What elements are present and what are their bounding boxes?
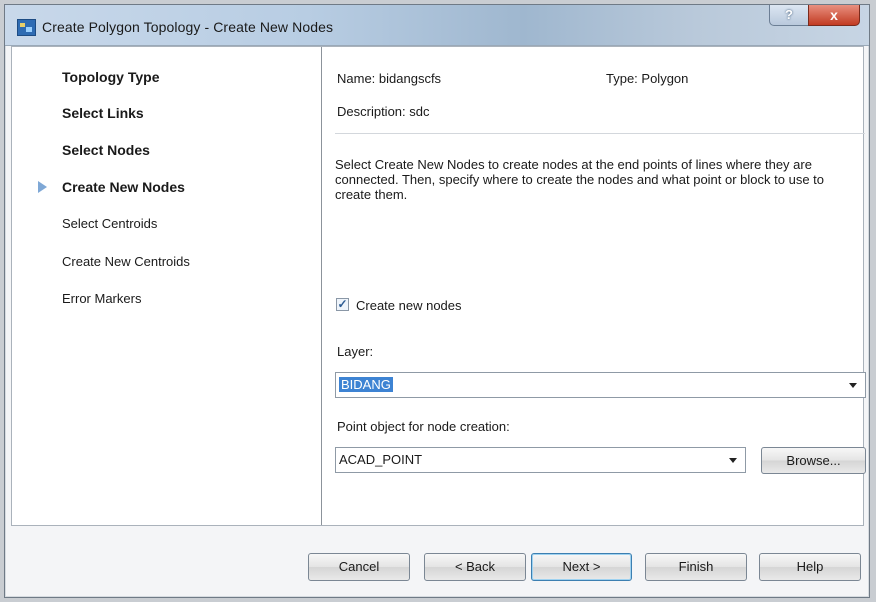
point-object-combobox[interactable]: ACAD_POINT [335, 447, 746, 473]
topology-description: Description: sdc [337, 104, 430, 119]
point-object-label: Point object for node creation: [337, 419, 510, 434]
wizard-content: Topology Type Select Links Select Nodes … [11, 46, 866, 526]
create-new-nodes-label[interactable]: Create new nodes [356, 298, 462, 313]
nav-item-error-markers[interactable]: Error Markers [62, 291, 141, 306]
nav-item-create-new-nodes[interactable]: Create New Nodes [62, 179, 185, 195]
instructions-text: Select Create New Nodes to create nodes … [335, 157, 825, 202]
topology-type: Type: Polygon [606, 71, 689, 86]
wizard-nav: Topology Type Select Links Select Nodes … [12, 47, 322, 525]
window-title: Create Polygon Topology - Create New Nod… [42, 19, 334, 35]
nav-item-create-new-centroids[interactable]: Create New Centroids [62, 254, 190, 269]
browse-button[interactable]: Browse... [761, 447, 866, 474]
layer-combobox[interactable]: BIDANG [335, 372, 866, 398]
cancel-button[interactable]: Cancel [308, 553, 410, 581]
point-object-value: ACAD_POINT [339, 452, 423, 467]
dialog-window: Create Polygon Topology - Create New Nod… [4, 4, 870, 598]
title-help-button[interactable]: ? [769, 5, 809, 26]
chevron-down-icon [729, 458, 737, 463]
layer-value: BIDANG [339, 377, 393, 392]
nav-item-select-centroids[interactable]: Select Centroids [62, 216, 157, 231]
chevron-down-icon [849, 383, 857, 388]
current-step-arrow-icon [38, 181, 47, 193]
topology-name: Name: bidangscfs [337, 71, 442, 86]
layer-label: Layer: [337, 344, 374, 359]
back-button[interactable]: < Back [424, 553, 526, 581]
close-button[interactable]: x [808, 5, 860, 26]
wizard-page: Name: bidangscfs Type: Polygon Descripti… [323, 47, 866, 525]
help-button[interactable]: Help [759, 553, 861, 581]
next-button[interactable]: Next > [531, 553, 632, 581]
nav-item-topology-type[interactable]: Topology Type [62, 69, 159, 85]
create-new-nodes-checkbox[interactable]: ✓ [336, 298, 349, 311]
title-bar: Create Polygon Topology - Create New Nod… [5, 5, 869, 46]
finish-button[interactable]: Finish [645, 553, 747, 581]
nav-item-select-nodes[interactable]: Select Nodes [62, 142, 150, 158]
app-icon [17, 19, 36, 36]
divider [335, 133, 865, 134]
nav-item-select-links[interactable]: Select Links [62, 105, 144, 121]
